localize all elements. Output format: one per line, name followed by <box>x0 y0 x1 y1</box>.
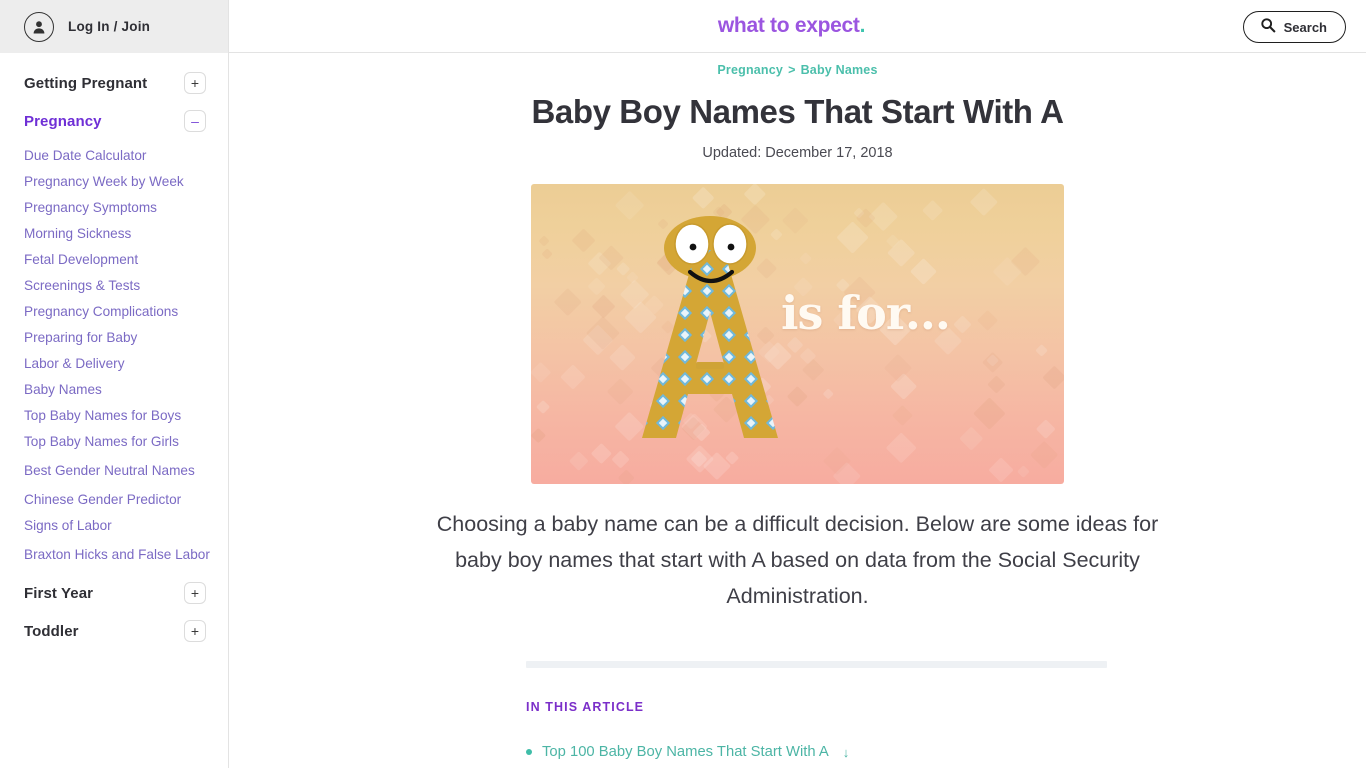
sidebar-item-signs-of-labor[interactable]: Signs of Labor <box>0 517 228 535</box>
sidebar-item-best-gender-neutral-names[interactable]: Best Gender Neutral Names <box>0 459 228 483</box>
breadcrumb-parent[interactable]: Pregnancy <box>717 63 783 77</box>
site-header: what to expect. Search <box>229 0 1366 53</box>
arrow-down-icon: ↓ <box>842 744 850 760</box>
sidebar-item-top-baby-names-for-boys[interactable]: Top Baby Names for Boys <box>0 407 228 425</box>
site-logo[interactable]: what to expect. <box>718 14 865 38</box>
page-title: Baby Boy Names That Start With A <box>531 93 1064 130</box>
sidebar-item-baby-names[interactable]: Baby Names <box>0 381 228 399</box>
sidebar-item-screenings-tests[interactable]: Screenings & Tests <box>0 277 228 295</box>
toggle-glyph: – <box>191 112 199 129</box>
expand-plus-icon[interactable]: + <box>184 72 206 94</box>
confetti-diamond <box>553 287 582 316</box>
sidebar-section-first-year[interactable]: First Year + <box>0 575 228 611</box>
sidebar-item-fetal-development[interactable]: Fetal Development <box>0 251 228 269</box>
sidebar-section-label: Getting Pregnant <box>24 74 148 92</box>
search-button-label: Search <box>1283 19 1327 35</box>
confetti-diamond <box>591 294 617 319</box>
confetti-diamond <box>571 228 596 253</box>
confetti-diamond <box>617 469 635 484</box>
confetti-diamond <box>531 361 552 384</box>
confetti-diamond <box>799 251 813 266</box>
confetti-diamond <box>743 183 766 206</box>
search-icon <box>1260 17 1276 38</box>
confetti-diamond <box>1042 365 1064 390</box>
confetti-diamond <box>586 277 606 296</box>
confetti-diamond <box>988 456 1014 483</box>
section-divider <box>526 661 1107 668</box>
in-this-article-section: IN THIS ARTICLE Top 100 Baby Boy Names T… <box>526 700 1126 762</box>
sidebar-section-label: Toddler <box>24 622 79 640</box>
bullet-icon <box>526 749 532 755</box>
confetti-diamond <box>973 397 1006 430</box>
logo-text: what to expect <box>717 14 860 37</box>
confetti-diamond <box>590 443 612 465</box>
confetti-diamond <box>569 451 589 471</box>
sidebar-item-labor-delivery[interactable]: Labor & Delivery <box>0 355 228 373</box>
confetti-diamond <box>885 432 918 465</box>
main-content: Pregnancy > Baby Names Baby Boy Names That… <box>229 54 1366 768</box>
sidebar-section-label: First Year <box>24 584 94 602</box>
hero-image: is for... <box>531 183 1064 484</box>
sidebar-section-pregnancy[interactable]: Pregnancy – <box>0 103 228 139</box>
updated-date: Updated: December 17, 2018 <box>702 144 893 161</box>
confetti-diamond <box>981 352 1004 374</box>
confetti-diamond <box>959 426 983 451</box>
toggle-glyph: + <box>190 74 200 91</box>
sidebar-item-pregnancy-symptoms[interactable]: Pregnancy Symptoms <box>0 199 228 217</box>
sidebar-item-chinese-gender-predictor[interactable]: Chinese Gender Predictor <box>0 491 228 509</box>
breadcrumb-separator: > <box>788 63 796 77</box>
confetti-diamond <box>560 364 586 390</box>
search-button[interactable]: Search <box>1242 11 1346 43</box>
sidebar-section-label: Pregnancy <box>24 112 102 130</box>
confetti-diamond <box>1030 440 1059 470</box>
account-bar[interactable]: Log In / Join <box>0 0 228 53</box>
user-circle-icon <box>24 11 54 42</box>
confetti-diamond <box>892 404 914 426</box>
toggle-glyph: + <box>190 584 200 601</box>
letter-a-character-icon <box>642 215 778 438</box>
confetti-diamond <box>691 186 715 211</box>
expand-plus-icon[interactable]: + <box>184 582 206 604</box>
confetti-diamond <box>611 449 630 469</box>
collapse-minus-icon[interactable]: – <box>184 110 206 132</box>
intro-paragraph: Choosing a baby name can be a difficult … <box>436 511 1159 608</box>
confetti-diamond <box>977 309 999 332</box>
confetti-diamond <box>921 200 944 222</box>
confetti-diamond <box>1017 465 1030 478</box>
sidebar-section-getting-pregnant[interactable]: Getting Pregnant + <box>0 65 228 101</box>
sidebar-item-pregnancy-week-by-week[interactable]: Pregnancy Week by Week <box>0 173 228 191</box>
sidebar: Log In / Join Getting Pregnant + Pregnancy… <box>0 0 229 768</box>
in-this-article-list: Top 100 Baby Boy Names That Start With A… <box>526 742 1126 762</box>
page-root: Log In / Join Getting Pregnant + Pregnancy… <box>0 0 1366 768</box>
toggle-glyph: + <box>190 622 200 639</box>
breadcrumb-current[interactable]: Baby Names <box>801 63 878 77</box>
confetti-diamond <box>1036 418 1056 439</box>
logo-dot: . <box>859 14 866 37</box>
login-join-label: Log In / Join <box>68 19 151 34</box>
sidebar-item-due-date-calculator[interactable]: Due Date Calculator <box>0 147 228 165</box>
in-this-article-link[interactable]: Top 100 Baby Boy Names That Start With A <box>542 742 829 762</box>
confetti-diamond <box>953 315 972 334</box>
confetti-diamond <box>538 235 551 248</box>
confetti-diamond <box>535 399 550 415</box>
in-this-article-heading: IN THIS ARTICLE <box>526 700 645 714</box>
confetti-diamond <box>541 248 554 261</box>
sidebar-item-morning-sickness[interactable]: Morning Sickness <box>0 225 228 243</box>
hero-caption: is for... <box>781 285 951 340</box>
breadcrumb: Pregnancy > Baby Names <box>229 63 1366 77</box>
sidebar-item-pregnancy-complications[interactable]: Pregnancy Complications <box>0 303 228 321</box>
confetti-diamond <box>969 188 998 217</box>
expand-plus-icon[interactable]: + <box>184 620 206 642</box>
sidebar-item-preparing-for-baby[interactable]: Preparing for Baby <box>0 329 228 347</box>
sidebar-section-toddler[interactable]: Toddler + <box>0 613 228 649</box>
confetti-diamond <box>987 375 1006 394</box>
confetti-diamond <box>1034 344 1048 358</box>
sidebar-nav-list: Getting Pregnant + Pregnancy – Due Date Calc… <box>0 53 228 649</box>
in-this-article-item[interactable]: Top 100 Baby Boy Names That Start With A… <box>526 742 1126 762</box>
confetti-diamond <box>531 427 546 443</box>
confetti-diamond <box>910 257 938 285</box>
confetti-diamond <box>822 388 835 401</box>
sidebar-item-braxton-hicks-and-false-labor[interactable]: Braxton Hicks and False Labor <box>0 543 228 567</box>
sidebar-item-top-baby-names-for-girls[interactable]: Top Baby Names for Girls <box>0 433 228 451</box>
